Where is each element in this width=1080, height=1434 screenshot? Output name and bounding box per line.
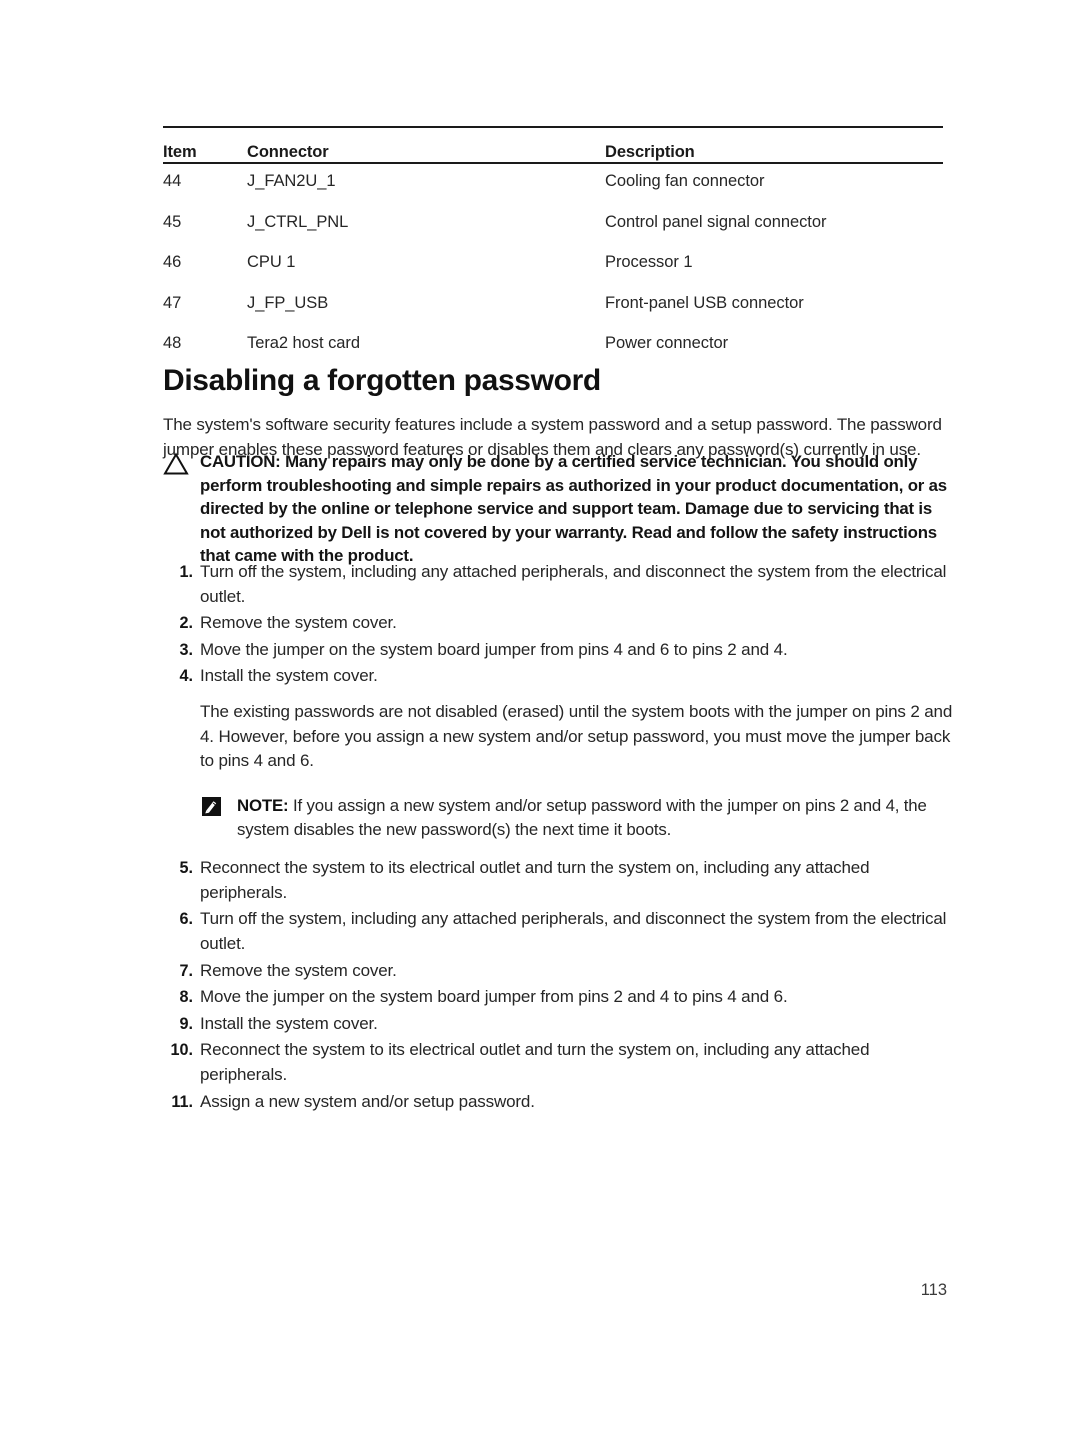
cell-item: 47 <box>163 293 182 312</box>
cell-description: Power connector <box>605 334 729 353</box>
column-header-connector: Connector <box>247 143 329 161</box>
cell-connector: J_FAN2U_1 <box>247 172 336 190</box>
list-item: 3. Move the jumper on the system board j… <box>163 638 953 663</box>
list-item: 2. Remove the system cover. <box>163 611 953 636</box>
list-item: 1. Turn off the system, including any at… <box>163 560 953 609</box>
step-text: Reconnect the system to its electrical o… <box>200 858 870 902</box>
column-header-description: Description <box>605 143 695 161</box>
cell-connector: Tera2 host card <box>247 334 360 353</box>
list-item: 4. Install the system cover. <box>163 664 953 689</box>
list-item: 5. Reconnect the system to its electrica… <box>163 856 953 905</box>
procedure-steps: 1. Turn off the system, including any at… <box>163 560 953 1116</box>
cell-connector: J_FP_USB <box>247 293 329 312</box>
step-four-note-paragraph: The existing passwords are not disabled … <box>200 701 953 771</box>
step-text: Remove the system cover. <box>200 960 397 980</box>
cell-connector: CPU 1 <box>247 253 296 272</box>
list-item: 7. Remove the system cover. <box>163 959 953 984</box>
step-text: Assign a new system and/or setup passwor… <box>200 1091 535 1111</box>
column-header-item: Item <box>163 143 197 161</box>
cell-connector: J_CTRL_PNL <box>247 212 349 231</box>
step-number: 6. <box>179 910 193 929</box>
step-number: 7. <box>179 961 193 980</box>
step-number: 8. <box>179 988 193 1007</box>
page-title: Disabling a forgotten password <box>163 364 601 398</box>
caution-text: CAUTION: Many repairs may only be done b… <box>200 452 947 566</box>
document-page: Item Connector Description 44 J_FAN2U_1 … <box>0 0 1080 1434</box>
connector-table: Item Connector Description 44 J_FAN2U_1 … <box>163 126 943 367</box>
step-number: 1. <box>179 563 193 581</box>
cell-item: 45 <box>163 212 182 231</box>
step-number: 5. <box>179 859 193 878</box>
list-item: 11. Assign a new system and/or setup pas… <box>163 1090 953 1115</box>
table-row: 46 CPU 1 Processor 1 <box>163 245 943 286</box>
step-text: Turn off the system, including any attac… <box>200 562 947 606</box>
step-number: 9. <box>179 1014 193 1033</box>
page-number: 113 <box>920 1281 947 1299</box>
step-text: Remove the system cover. <box>200 613 397 633</box>
step-text: Reconnect the system to its electrical o… <box>200 1040 870 1084</box>
note-block: NOTE: If you assign a new system and/or … <box>202 794 954 842</box>
table-row: 48 Tera2 host card Power connector <box>163 326 943 367</box>
table-row: 45 J_CTRL_PNL Control panel signal conne… <box>163 205 943 246</box>
table-header-row: Item Connector Description <box>163 128 943 162</box>
caution-block: CAUTION: Many repairs may only be done b… <box>163 450 948 568</box>
step-text: Move the jumper on the system board jump… <box>200 639 788 659</box>
note-body: If you assign a new system and/or setup … <box>237 795 927 839</box>
table-row: 44 J_FAN2U_1 Cooling fan connector <box>163 164 943 205</box>
table-row: 47 J_FP_USB Front-panel USB connector <box>163 286 943 327</box>
step-number: 4. <box>179 667 193 686</box>
cell-description: Processor 1 <box>605 253 693 272</box>
step-text: Turn off the system, including any attac… <box>200 909 947 953</box>
cell-item: 48 <box>163 334 182 353</box>
step-text: Install the system cover. <box>200 1013 378 1033</box>
step-text: Install the system cover. <box>200 666 378 686</box>
list-item: 8. Move the jumper on the system board j… <box>163 985 953 1010</box>
list-item: 9. Install the system cover. <box>163 1012 953 1037</box>
note-text: NOTE: If you assign a new system and/or … <box>237 794 954 842</box>
cell-item: 44 <box>163 172 182 190</box>
note-label: NOTE: <box>237 795 289 815</box>
warning-triangle-icon <box>163 452 189 476</box>
cell-description: Front-panel USB connector <box>605 293 804 312</box>
step-text: Move the jumper on the system board jump… <box>200 987 788 1007</box>
list-item: 10. Reconnect the system to its electric… <box>163 1038 953 1087</box>
cell-item: 46 <box>163 253 182 272</box>
step-number: 3. <box>179 640 193 659</box>
step-number: 10. <box>170 1041 193 1060</box>
step-number: 11. <box>171 1092 193 1111</box>
cell-description: Cooling fan connector <box>605 172 765 190</box>
list-item: 6. Turn off the system, including any at… <box>163 907 953 956</box>
step-number: 2. <box>179 614 193 633</box>
cell-description: Control panel signal connector <box>605 212 827 231</box>
note-pencil-icon <box>202 796 221 816</box>
